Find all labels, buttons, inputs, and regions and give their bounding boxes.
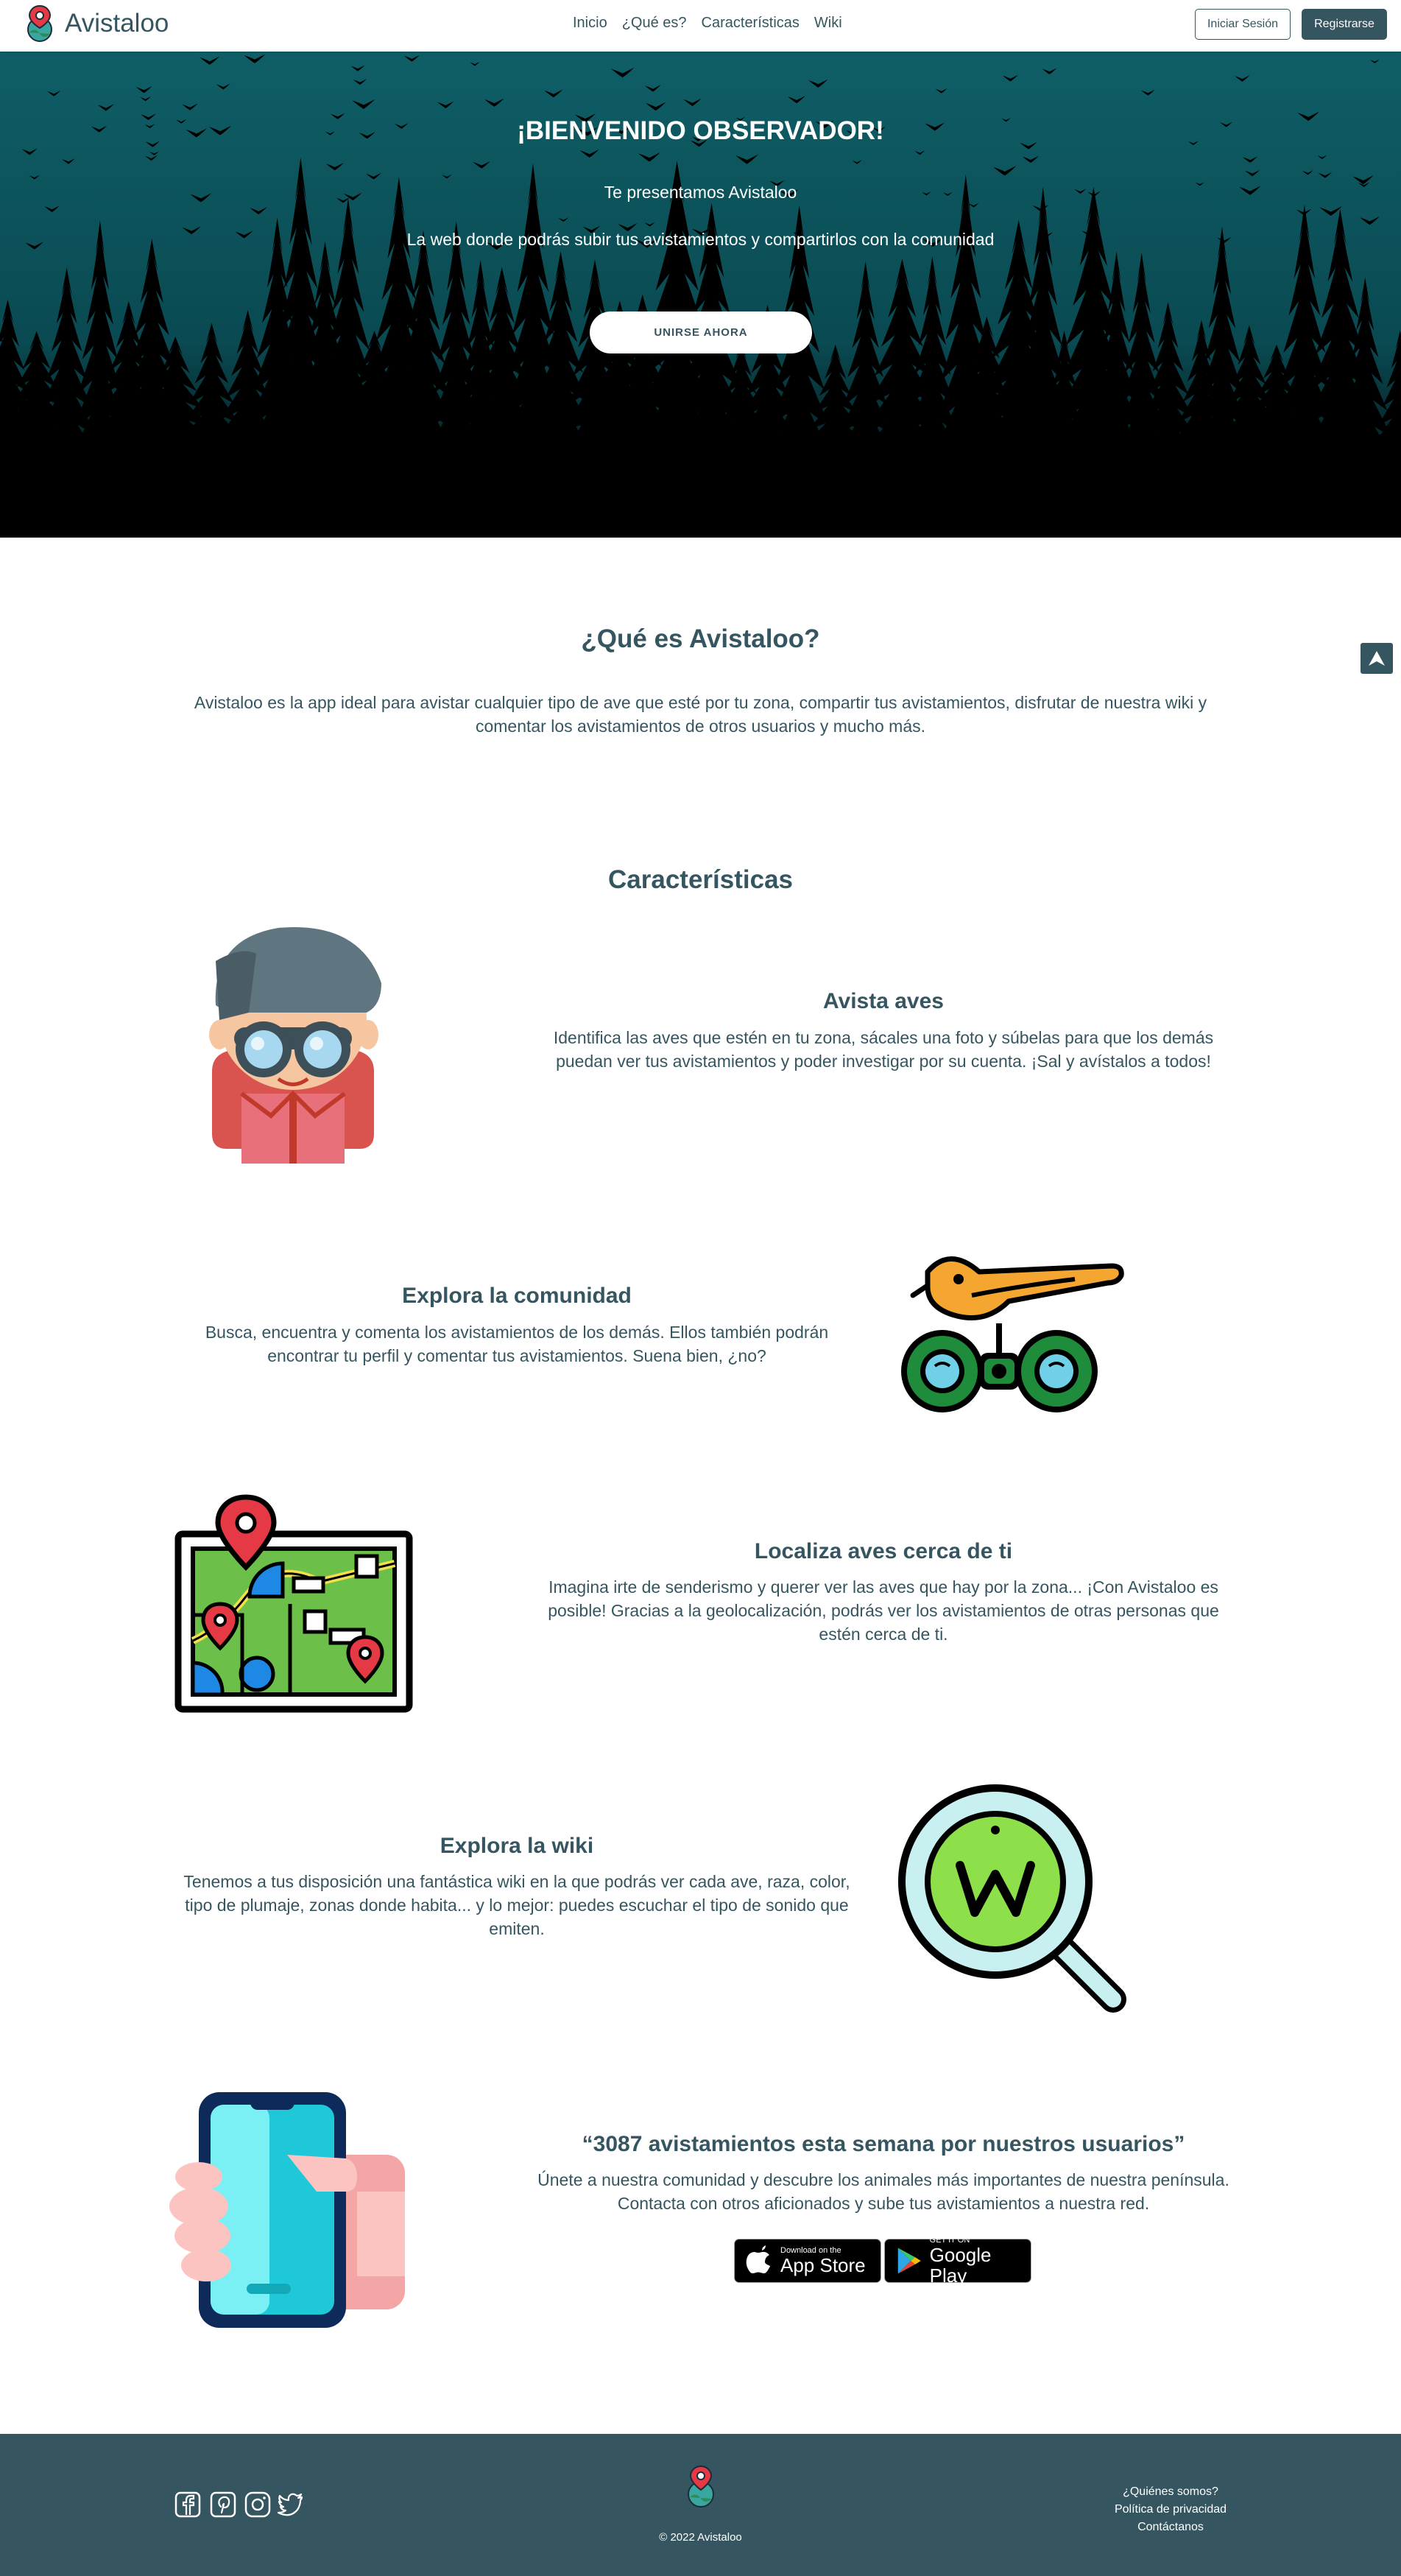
birdwatcher-illustration xyxy=(209,926,381,1164)
join-now-button[interactable]: UNIRSE AHORA xyxy=(590,312,812,353)
feature-title-localiza: Localiza aves cerca de ti xyxy=(754,1539,1013,1563)
hero-subtitle: Te presentamos Avistaloo xyxy=(604,183,797,202)
about-text: Avistaloo es la app ideal para avistar c… xyxy=(194,693,1207,736)
phone-in-hand-illustration xyxy=(169,2092,405,2328)
instagram-icon[interactable] xyxy=(244,2491,272,2519)
hero-description: La web donde podrás subir tus avistamien… xyxy=(406,230,995,249)
feature-title-avista-aves: Avista aves xyxy=(822,989,944,1013)
about-title: ¿Qué es Avistaloo? xyxy=(581,624,820,653)
feature-text-stats: Únete a nuestra comunidad y descubre los… xyxy=(537,2170,1229,2213)
map-pins-illustration xyxy=(174,1494,413,1713)
feature-text-localiza: Imagina irte de senderismo y querer ver … xyxy=(548,1577,1219,1644)
nav-link-wiki[interactable]: Wiki xyxy=(814,15,842,32)
google-play-badge[interactable]: GET IT ON Google Play xyxy=(884,2236,1031,2287)
login-button[interactable]: Iniciar Sesión xyxy=(1195,9,1291,40)
hero-section: ¡BIENVENIDO OBSERVADOR! Te presentamos A… xyxy=(0,52,1401,538)
register-button[interactable]: Registrarse xyxy=(1302,9,1387,40)
nav-links: Inicio ¿Qué es? Características Wiki xyxy=(573,0,842,46)
footer-link-privacy[interactable]: Política de privacidad xyxy=(1090,2501,1252,2519)
footer: © 2022 Avistaloo ¿Quiénes somos? Polític… xyxy=(0,2434,1401,2576)
brand[interactable]: Avistaloo xyxy=(24,4,169,43)
features-title: Características xyxy=(608,865,793,894)
pinterest-icon[interactable] xyxy=(209,2491,237,2519)
feature-text-wiki: Tenemos a tus disposición una fantástica… xyxy=(183,1872,850,1938)
app-store-badge[interactable]: Download on the App Store xyxy=(734,2239,881,2283)
feature-title-wiki: Explora la wiki xyxy=(440,1834,594,1858)
navbar: Avistaloo Inicio ¿Qué es? Característica… xyxy=(0,0,1401,52)
feature-text-avista-aves: Identifica las aves que estén en tu zona… xyxy=(553,1028,1214,1071)
footer-link-contact[interactable]: Contáctanos xyxy=(1090,2519,1252,2536)
app-store-big-text: App Store xyxy=(780,2254,866,2276)
footer-logo-icon xyxy=(688,2465,714,2508)
google-play-icon xyxy=(897,2248,921,2274)
twitter-icon[interactable] xyxy=(277,2491,305,2519)
bird-binoculars-illustration xyxy=(901,1256,1124,1412)
wiki-magnifier-illustration xyxy=(898,1784,1126,2013)
brand-name: Avistaloo xyxy=(65,9,169,38)
google-play-big-text: Google Play xyxy=(929,2244,992,2287)
nav-link-que-es[interactable]: ¿Qué es? xyxy=(622,15,687,32)
footer-links: ¿Quiénes somos? Política de privacidad C… xyxy=(1090,2483,1252,2536)
facebook-icon[interactable] xyxy=(174,2491,202,2519)
footer-link-about[interactable]: ¿Quiénes somos? xyxy=(1090,2483,1252,2501)
hero-title: ¡BIENVENIDO OBSERVADOR! xyxy=(517,116,884,145)
feature-title-stats: “3087 avistamientos esta semana por nues… xyxy=(582,2132,1185,2156)
nav-link-inicio[interactable]: Inicio xyxy=(573,15,607,32)
apple-icon xyxy=(746,2245,770,2273)
feature-title-comunidad: Explora la comunidad xyxy=(402,1284,632,1308)
logo-icon xyxy=(27,4,52,42)
feature-text-comunidad: Busca, encuentra y comenta los avistamie… xyxy=(205,1323,829,1365)
nav-link-caracteristicas[interactable]: Características xyxy=(702,15,800,32)
